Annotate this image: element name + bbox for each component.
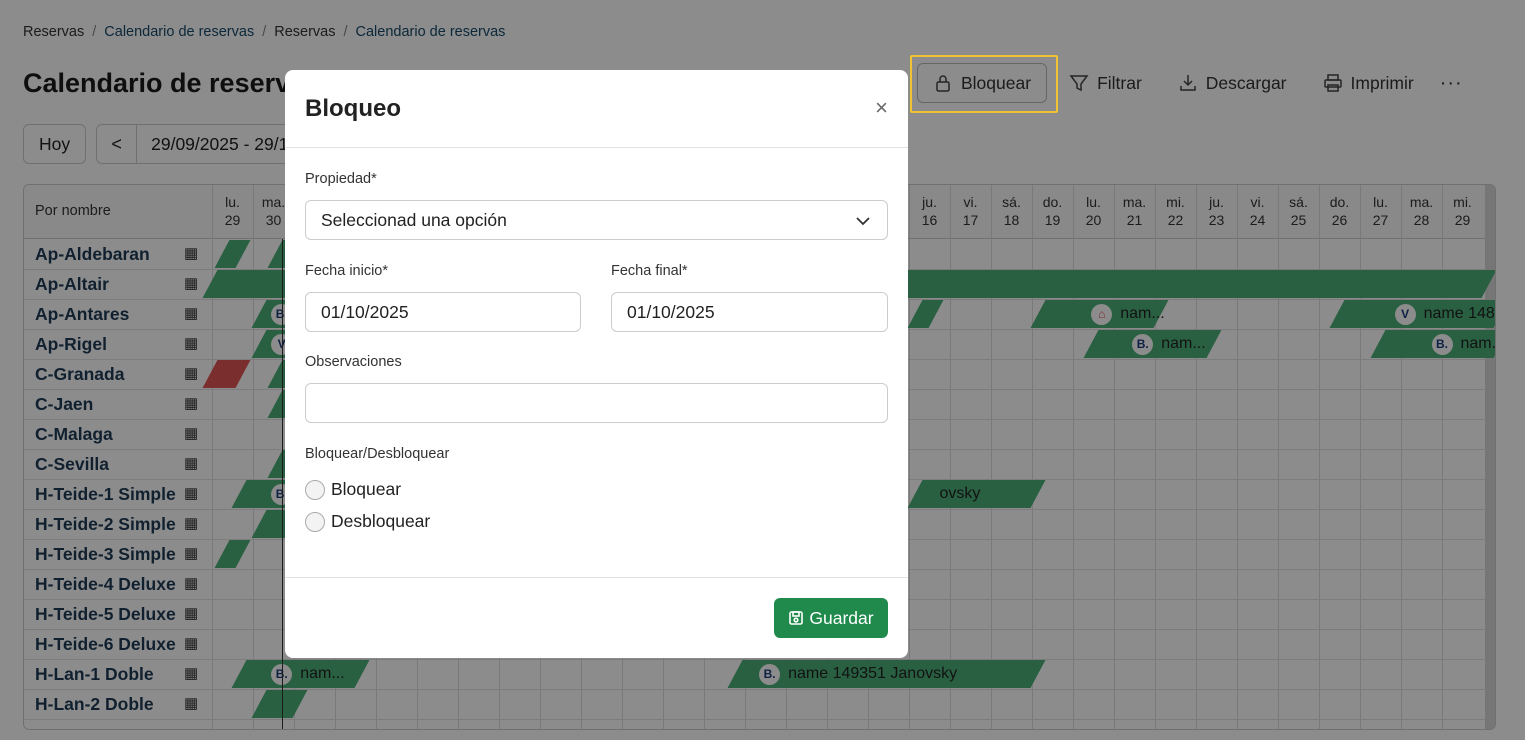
radio-button[interactable] xyxy=(305,511,325,532)
start-date-field[interactable]: 01/10/2025 xyxy=(305,292,581,332)
end-date-field[interactable]: 01/10/2025 xyxy=(611,292,888,332)
property-select[interactable]: Seleccionad una opción xyxy=(305,200,888,240)
block-unblock-label: Bloquear/Desbloquear xyxy=(305,446,450,462)
save-icon xyxy=(789,611,804,625)
dialog-footer: Guardar xyxy=(285,577,908,658)
start-date-value: 01/10/2025 xyxy=(321,301,409,322)
chevron-down-icon xyxy=(856,217,870,226)
save-button-label: Guardar xyxy=(809,607,874,628)
radio-unblock-label: Desbloquear xyxy=(331,511,431,531)
observations-field[interactable] xyxy=(305,383,888,423)
property-label: Propiedad* xyxy=(305,171,377,187)
property-select-value: Seleccionad una opción xyxy=(321,209,507,230)
close-icon[interactable]: × xyxy=(875,96,888,120)
observations-label: Observaciones xyxy=(305,354,402,370)
radio-button[interactable] xyxy=(305,479,325,500)
radio-unblock[interactable]: Desbloquear xyxy=(305,511,430,532)
radio-block[interactable]: Bloquear xyxy=(305,479,401,500)
block-dialog: Bloqueo × Propiedad* Seleccionad una opc… xyxy=(285,70,908,658)
radio-block-label: Bloquear xyxy=(331,479,402,499)
dialog-title: Bloqueo xyxy=(305,95,401,122)
save-button[interactable]: Guardar xyxy=(774,598,888,638)
dialog-header: Bloqueo × xyxy=(285,70,908,148)
start-date-label: Fecha inicio* xyxy=(305,263,389,279)
end-date-value: 01/10/2025 xyxy=(627,301,715,322)
end-date-label: Fecha final* xyxy=(611,263,688,279)
